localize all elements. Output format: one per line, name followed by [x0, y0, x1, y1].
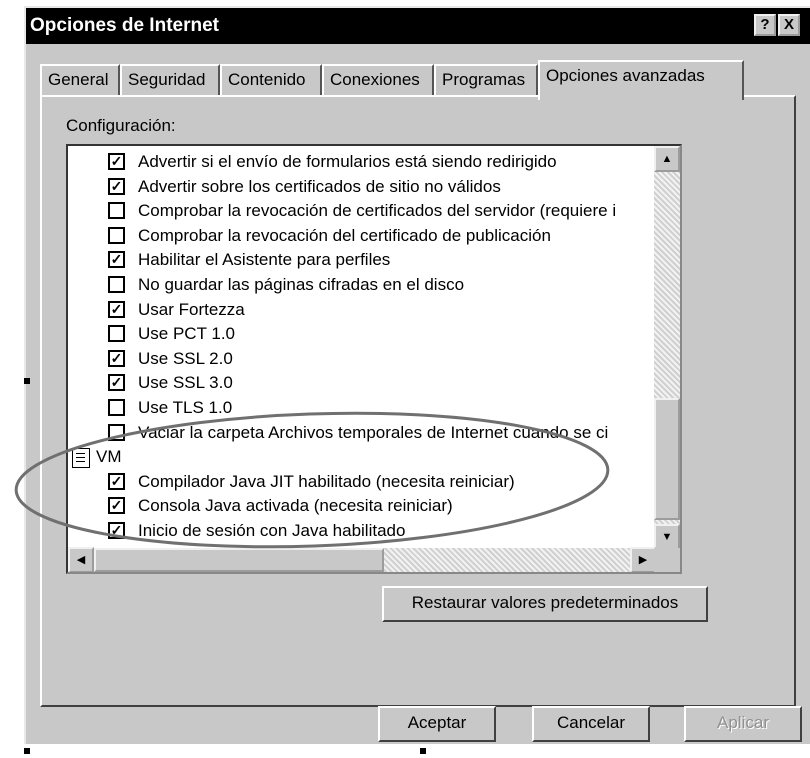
scroll-down-arrow-icon[interactable]: ▼ [654, 524, 680, 550]
settings-item-label: Comprobar la revocación del certificado … [138, 225, 551, 245]
checkbox[interactable] [108, 423, 125, 441]
tab-programas[interactable]: Programas [434, 64, 538, 96]
settings-group-label: VM [96, 447, 122, 467]
settings-item-label: Habilitar el Asistente para perfiles [138, 250, 391, 270]
selection-handle [420, 8, 426, 14]
checkbox[interactable]: ✓ [108, 177, 125, 195]
settings-listbox[interactable]: ✓ Advertir si el envío de formularios est… [66, 144, 682, 574]
tab-general[interactable]: General [40, 64, 120, 96]
settings-item-label: Use TLS 1.0 [138, 398, 233, 417]
settings-item-label: Vaciar la carpeta Archivos temporales de… [138, 422, 609, 442]
settings-item-label: Inicio de sesión con Java habilitado [138, 521, 406, 540]
checkbox[interactable]: ✓ [108, 522, 125, 539]
apply-button[interactable]: Aplicar [684, 706, 802, 742]
scroll-corner [654, 548, 680, 572]
tab-contenido[interactable]: Contenido [220, 64, 322, 96]
vertical-scroll-thumb[interactable] [654, 398, 680, 520]
title-bar[interactable]: Opciones de Internet ? X [26, 8, 810, 44]
help-button[interactable]: ? [754, 14, 776, 36]
tab-seguridad[interactable]: Seguridad [120, 64, 220, 96]
restore-defaults-button[interactable]: Restaurar valores predeterminados [382, 586, 708, 622]
settings-item-label: Advertir sobre los certificados de sitio… [138, 176, 501, 196]
checkbox[interactable]: ✓ [108, 153, 125, 170]
settings-item-label: Use SSL 3.0 [138, 373, 233, 393]
checkbox[interactable] [108, 202, 125, 220]
config-label: Configuración: [66, 116, 176, 135]
checkbox[interactable]: ✓ [108, 497, 125, 515]
settings-item-label: Compilador Java JIT habilitado (necesita… [138, 471, 515, 491]
selection-handle [420, 748, 426, 754]
checkbox[interactable]: ✓ [108, 349, 125, 367]
scroll-up-arrow-icon[interactable]: ▲ [654, 146, 680, 172]
settings-item-label: Use SSL 2.0 [138, 348, 233, 368]
settings-item-label: Comprobar la revocación de certificados … [138, 201, 617, 221]
document-folder-icon [72, 448, 90, 469]
scroll-right-arrow-icon[interactable]: ▶ [630, 547, 656, 572]
horizontal-scrollbar[interactable]: ◀ ▶ [68, 547, 656, 572]
checkbox[interactable]: ✓ [108, 300, 125, 318]
cancel-button[interactable]: Cancelar [532, 706, 650, 742]
checkbox[interactable] [108, 226, 125, 244]
close-button[interactable]: X [778, 14, 800, 36]
selection-handle [24, 378, 30, 384]
window-title: Opciones de Internet [30, 15, 219, 36]
tab-opciones-avanzadas[interactable]: Opciones avanzadas [538, 60, 744, 100]
settings-item-label: Consola Java activada (necesita reinicia… [138, 496, 453, 516]
checkbox[interactable]: ✓ [108, 374, 125, 392]
internet-options-dialog: Opciones de Internet ? X General Segurid… [24, 6, 810, 744]
horizontal-scroll-thumb[interactable] [94, 548, 384, 572]
ok-button[interactable]: Aceptar [378, 706, 496, 742]
scroll-left-arrow-icon[interactable]: ◀ [68, 547, 94, 572]
selection-handle [24, 748, 30, 754]
checkbox[interactable]: ✓ [108, 472, 125, 490]
settings-item-label: Use PCT 1.0 [138, 324, 236, 344]
tab-conexiones[interactable]: Conexiones [322, 64, 434, 96]
vertical-scrollbar[interactable]: ▲ ▼ [654, 146, 680, 550]
settings-item-label: Advertir si el envío de formularios está… [138, 152, 557, 171]
checkbox[interactable] [108, 399, 125, 416]
settings-item-label: Usar Fortezza [138, 299, 245, 319]
checkbox[interactable] [108, 325, 125, 343]
checkbox[interactable]: ✓ [108, 251, 125, 269]
checkbox[interactable] [108, 276, 125, 293]
settings-item-label: No guardar las páginas cifradas en el di… [138, 275, 465, 294]
